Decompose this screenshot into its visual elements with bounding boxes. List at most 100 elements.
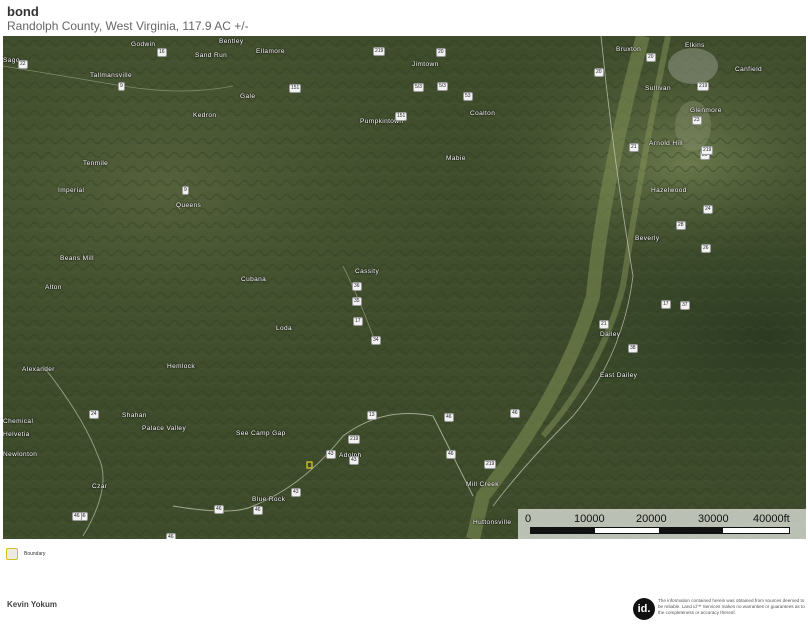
road-shield-icon: 35 — [352, 297, 362, 306]
place-label: Alexander — [22, 366, 55, 373]
road-shield-icon: 43 — [291, 488, 301, 497]
place-label: Beverly — [635, 235, 660, 242]
place-label: Queens — [176, 202, 202, 209]
road-shield-icon: 46 — [214, 505, 224, 514]
place-label: Elkins — [685, 42, 705, 49]
place-label: Arnold Hill — [649, 140, 684, 147]
road-shield-icon: 17 — [353, 317, 363, 326]
place-label: Ellamore — [256, 48, 285, 55]
place-label: Shahan — [122, 412, 147, 419]
place-label: Sullivan — [645, 85, 671, 92]
place-label: Imperial — [58, 187, 85, 194]
road-shield-icon: 37 — [680, 301, 690, 310]
place-label: Newlonton — [3, 451, 38, 458]
place-label: Bruxton — [616, 46, 642, 53]
road-shield-icon: 43 — [349, 456, 359, 465]
place-label: Hazelwood — [651, 187, 687, 194]
road-shield-icon: 43 — [326, 450, 336, 459]
place-label: Czar — [92, 483, 108, 490]
scale-segment — [659, 528, 723, 533]
road-shield-icon: 20 — [646, 53, 656, 62]
road-shield-icon: 20 — [594, 68, 604, 77]
place-label: Sand Run — [195, 52, 228, 59]
scale-label: 30000 — [698, 513, 729, 525]
place-label: Bentley — [219, 38, 244, 45]
road-shield-icon: 16 — [157, 48, 167, 57]
road-shield-icon: 17 — [661, 300, 671, 309]
place-label: Mill Creek — [466, 481, 499, 488]
road-shield-icon: 46 — [446, 450, 456, 459]
road-shield-icon: 219 — [484, 460, 497, 469]
road-shield-icon: 21 — [629, 143, 639, 152]
road-shield-icon: 24 — [703, 205, 713, 214]
place-label: Loda — [276, 325, 293, 332]
scale-bar: 0 10000 20000 30000 40000ft — [518, 509, 806, 539]
place-label: Mabie — [446, 155, 466, 162]
place-label: Kedron — [193, 112, 217, 119]
place-label: Helvetia — [3, 431, 30, 438]
place-label: Blue Rock — [252, 496, 286, 503]
road-shield-icon: 46 — [253, 506, 263, 515]
road-shield-icon: 34 — [371, 336, 381, 345]
place-label: Tenmile — [83, 160, 109, 167]
road-shield-icon: 46 — [72, 512, 82, 521]
author-name: Kevin Yokum — [7, 600, 57, 609]
road-shield-icon: 46 — [444, 413, 454, 422]
road-shield-icon: 5/3 — [413, 83, 424, 92]
road-shield-icon: 36 — [352, 282, 362, 291]
road-shield-icon: 219 — [373, 47, 386, 56]
road-shield-icon: 21 — [599, 320, 609, 329]
scale-label: 0 — [525, 513, 532, 525]
page-title: bond — [7, 4, 39, 19]
road-shield-icon: 46 — [510, 409, 520, 418]
place-label: Jimtown — [412, 61, 439, 68]
scale-label: 40000ft — [753, 513, 790, 525]
road-shield-icon: 9 — [182, 186, 189, 195]
road-shield-icon: 53 — [463, 92, 473, 101]
road-shield-icon: 38 — [628, 344, 638, 353]
place-label: Glenmore — [690, 107, 722, 114]
place-label: Dailey — [600, 331, 621, 338]
place-label: Cassity — [355, 268, 380, 275]
road-shield-icon: 219 — [701, 146, 714, 155]
property-subtitle: Randolph County, West Virginia, 117.9 AC… — [7, 19, 249, 33]
road-shield-icon: 20 — [436, 48, 446, 57]
legend-label: Boundary — [24, 551, 46, 557]
scale-segment — [531, 528, 595, 533]
road-shield-icon: 46 — [166, 533, 176, 539]
place-label: Huttonsville — [473, 519, 512, 526]
road-shield-icon: 219 — [697, 82, 710, 91]
road-shield-icon: 9 — [118, 82, 125, 91]
place-label: Beans Mill — [60, 255, 94, 262]
place-label: Cubana — [241, 276, 267, 283]
place-label: Coalton — [470, 110, 496, 117]
scale-label: 20000 — [636, 513, 667, 525]
road-shield-icon: 24 — [89, 410, 99, 419]
place-label: See Camp Gap — [236, 430, 286, 437]
road-shield-icon: 13 — [367, 411, 377, 420]
boundary-swatch-icon — [6, 548, 18, 560]
scale-label: 10000 — [574, 513, 605, 525]
road-shield-icon: 5/3 — [437, 82, 448, 91]
place-label: Tallmansville — [90, 72, 133, 79]
place-label: Gale — [240, 93, 256, 100]
road-shield-icon: 23 — [692, 116, 702, 125]
landid-logo-icon: id. — [633, 598, 655, 620]
road-shield-icon: 219 — [348, 435, 361, 444]
place-label: Chemical — [3, 418, 34, 425]
place-label: Alton — [45, 284, 62, 291]
place-label: Canfield — [735, 66, 763, 73]
place-label: East Dailey — [600, 372, 638, 379]
scale-track — [530, 527, 790, 534]
place-label: Hemlock — [167, 363, 196, 370]
legend: Boundary — [6, 548, 45, 560]
road-shield-icon: 151 — [395, 112, 408, 121]
place-label: Palace Valley — [142, 425, 187, 432]
place-label: Godwin — [131, 41, 156, 48]
road-shield-icon: 28 — [676, 221, 686, 230]
satellite-map[interactable]: Godwin Bentley Sand Run Ellamore Tallmansvil… — [3, 36, 806, 539]
disclaimer-text: The information contained herein was obt… — [658, 598, 805, 615]
road-shield-icon: 26 — [701, 244, 711, 253]
road-shield-icon: 22 — [18, 60, 28, 69]
road-shield-icon: 151 — [289, 84, 302, 93]
